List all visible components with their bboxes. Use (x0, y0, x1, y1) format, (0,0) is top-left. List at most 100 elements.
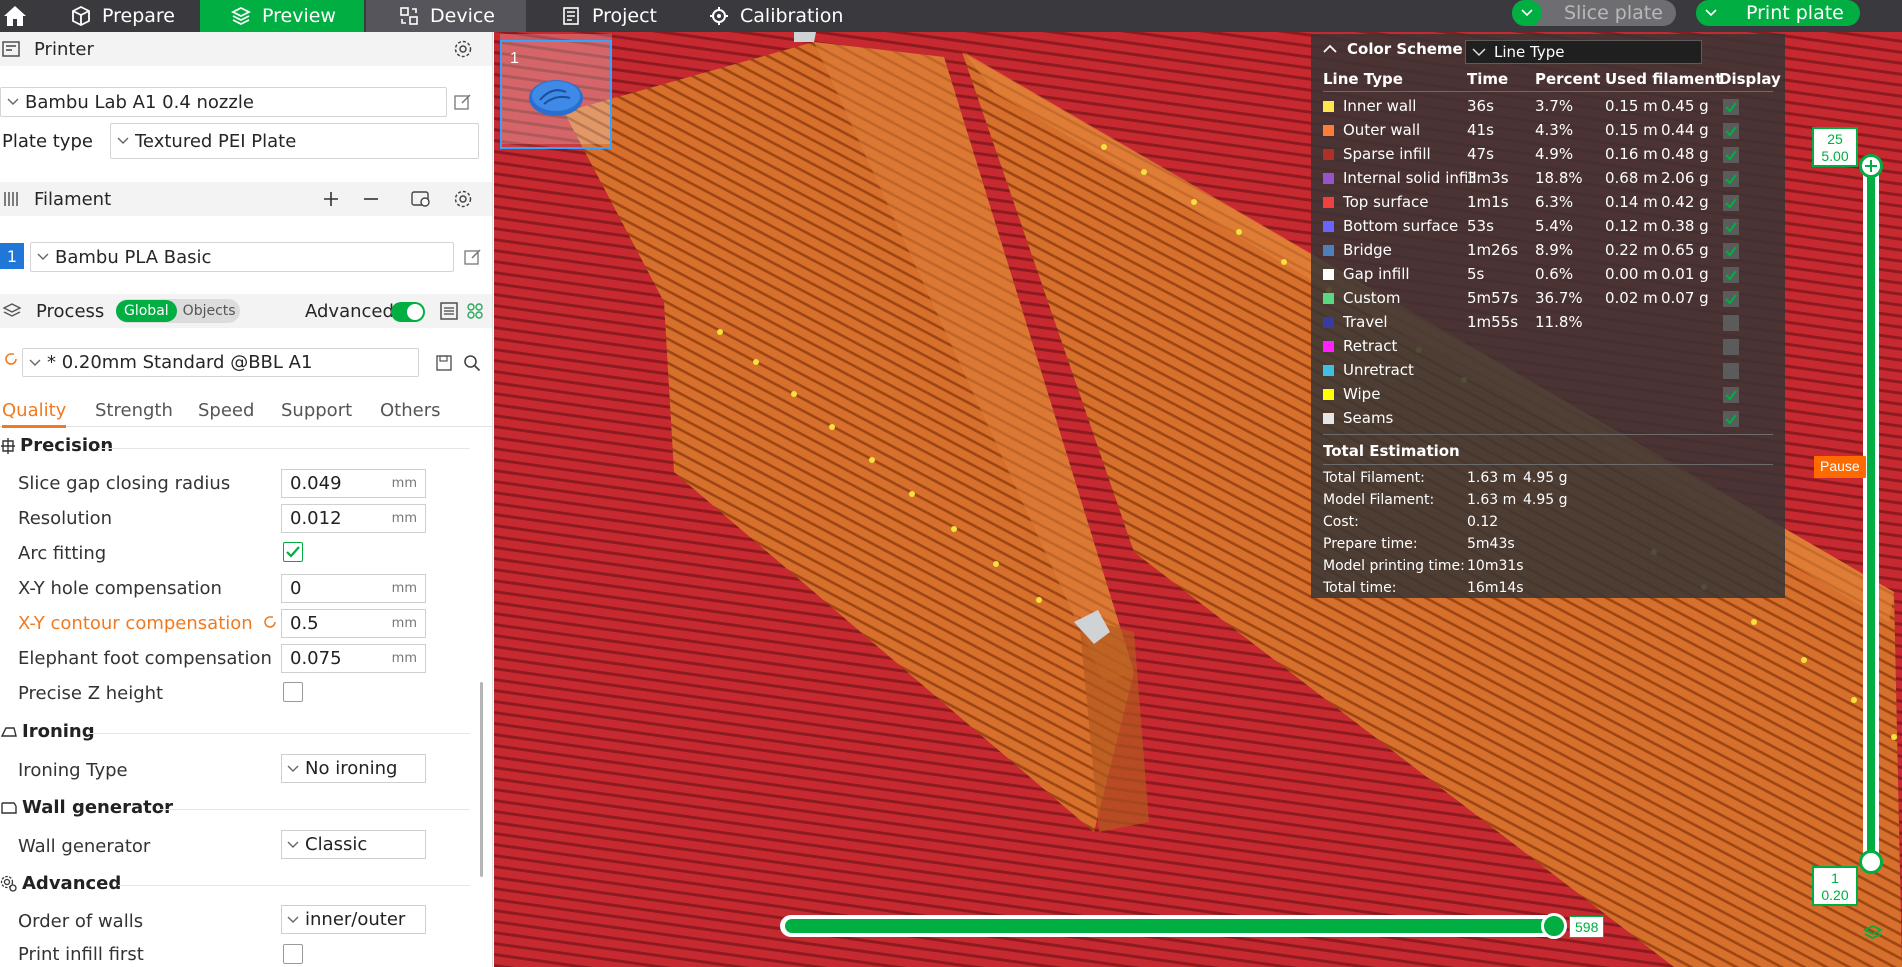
print-dropdown[interactable] (1696, 0, 1726, 26)
add-filament-icon[interactable] (320, 188, 342, 210)
legend-weight: 0.48 g (1661, 145, 1709, 163)
layer-bottom-handle[interactable] (1859, 850, 1883, 874)
xy-hole-value: 0 (290, 578, 302, 599)
process-profile-select[interactable]: * 0.20mm Standard @BBL A1 (22, 348, 419, 377)
plugin-grid-icon[interactable] (464, 300, 486, 322)
legend-line-type: Inner wall (1343, 97, 1417, 115)
legend-display-toggle[interactable] (1723, 267, 1739, 283)
switch-knob (407, 304, 423, 320)
tab-preview[interactable]: Preview (200, 0, 364, 32)
legend-display-toggle[interactable] (1723, 99, 1739, 115)
legend-display-toggle[interactable] (1723, 339, 1739, 355)
panel-scrollbar[interactable] (480, 682, 483, 877)
move-slider-track[interactable] (785, 919, 1555, 933)
move-slider-handle[interactable] (1541, 913, 1567, 939)
print-infill-first-label: Print infill first (18, 944, 144, 965)
legend-display-toggle[interactable] (1723, 243, 1739, 259)
legend-display-toggle[interactable] (1723, 291, 1739, 307)
order-of-walls-select[interactable]: inner/outer (281, 905, 426, 934)
tab-quality[interactable]: Quality (2, 400, 66, 421)
pause-marker-button[interactable]: Pause (1814, 456, 1866, 478)
elephant-foot-input[interactable]: 0.075 mm (281, 644, 426, 673)
tab-speed[interactable]: Speed (198, 400, 254, 421)
elephant-foot-value: 0.075 (290, 648, 342, 669)
wall-generator-select[interactable]: Classic (281, 830, 426, 859)
tab-prepare[interactable]: Prepare (58, 0, 198, 32)
printer-settings-gear-icon[interactable] (452, 38, 474, 60)
toggle-global[interactable]: Global (116, 300, 177, 322)
legend-row: Outer wall 41s 4.3% 0.15 m 0.44 g (1311, 119, 1785, 143)
total-label: Total Filament: (1323, 470, 1425, 486)
legend-time: 3m3s (1467, 169, 1509, 187)
layer-top-handle[interactable] (1859, 154, 1883, 178)
checkmark-icon (1725, 174, 1737, 185)
legend-weight: 0.42 g (1661, 193, 1709, 211)
legend-swatch (1323, 101, 1334, 112)
legend-line-type: Wipe (1343, 385, 1381, 403)
toggle-objects[interactable]: Objects (177, 303, 242, 319)
print-infill-first-checkbox[interactable] (283, 944, 303, 964)
legend-swatch (1323, 317, 1334, 328)
compare-list-icon[interactable] (438, 300, 460, 322)
filament-select[interactable]: Bambu PLA Basic (30, 242, 454, 272)
color-scheme-select[interactable]: Line Type (1465, 40, 1702, 64)
remove-filament-icon[interactable] (360, 188, 382, 210)
legend-display-toggle[interactable] (1723, 171, 1739, 187)
printer-icon (2, 40, 22, 58)
filament-index: 1 (6, 246, 18, 266)
layer-slider-track[interactable] (1867, 167, 1875, 860)
layer-top-readout: 25 5.00 (1812, 127, 1858, 167)
total-length: 0.12 (1467, 514, 1499, 530)
legend-display-toggle[interactable] (1723, 411, 1739, 427)
reset-profile-icon[interactable] (0, 348, 22, 370)
search-icon[interactable] (461, 352, 483, 374)
legend-display-toggle[interactable] (1723, 147, 1739, 163)
chevron-down-icon (1472, 47, 1486, 56)
advanced-switch[interactable] (391, 302, 425, 322)
edit-printer-icon[interactable] (452, 91, 474, 113)
tab-others[interactable]: Others (380, 400, 441, 421)
legend-line-type: Seams (1343, 409, 1394, 427)
checkmark-icon (1725, 246, 1737, 257)
legend-length: 0.15 m (1605, 121, 1658, 139)
xy-contour-input[interactable]: 0.5 mm (281, 609, 426, 638)
ironing-divider (88, 733, 470, 734)
tab-calibration[interactable]: Calibration (708, 0, 878, 32)
legend-display-toggle[interactable] (1723, 219, 1739, 235)
legend-display-toggle[interactable] (1723, 195, 1739, 211)
edit-filament-icon[interactable] (462, 246, 484, 268)
xy-hole-input[interactable]: 0 mm (281, 574, 426, 603)
legend-display-toggle[interactable] (1723, 363, 1739, 379)
filament-settings-gear-icon[interactable] (452, 188, 474, 210)
printer-select[interactable]: Bambu Lab A1 0.4 nozzle (0, 87, 447, 117)
pause-label: Pause (1820, 458, 1860, 474)
slice-dropdown[interactable] (1512, 0, 1542, 26)
resolution-input[interactable]: 0.012 mm (281, 504, 426, 533)
legend-line-type: Sparse infill (1343, 145, 1431, 163)
print-plate-button[interactable]: Print plate (1696, 0, 1860, 26)
legend-title: Color Scheme (1347, 40, 1463, 58)
legend-display-toggle[interactable] (1723, 387, 1739, 403)
layers-stack-icon[interactable] (1862, 922, 1884, 944)
total-length: 1.63 m (1467, 492, 1517, 508)
slice-gap-input[interactable]: 0.049 mm (281, 469, 426, 498)
tab-project[interactable]: Project (560, 0, 690, 32)
slice-plate-button[interactable]: Slice plate (1512, 0, 1676, 26)
tab-strength[interactable]: Strength (95, 400, 173, 421)
reset-value-icon[interactable] (259, 611, 281, 633)
legend-display-toggle[interactable] (1723, 315, 1739, 331)
global-objects-toggle[interactable]: Global Objects (116, 299, 240, 323)
legend-display-toggle[interactable] (1723, 123, 1739, 139)
save-profile-icon[interactable] (433, 352, 455, 374)
home-button[interactable] (0, 0, 30, 32)
filament-sync-icon[interactable] (410, 188, 432, 210)
resolution-unit: mm (391, 511, 417, 526)
plate-type-select[interactable]: Textured PEI Plate (110, 123, 479, 159)
preview-canvas[interactable]: 1 Color Scheme Line Type Line Type Time … (494, 32, 1902, 967)
precise-z-checkbox[interactable] (283, 682, 303, 702)
ironing-type-select[interactable]: No ironing (281, 754, 426, 783)
legend-header[interactable]: Color Scheme (1323, 40, 1463, 58)
tab-device[interactable]: Device (366, 0, 526, 32)
tab-support[interactable]: Support (281, 400, 352, 421)
arc-fitting-checkbox[interactable] (283, 542, 303, 562)
